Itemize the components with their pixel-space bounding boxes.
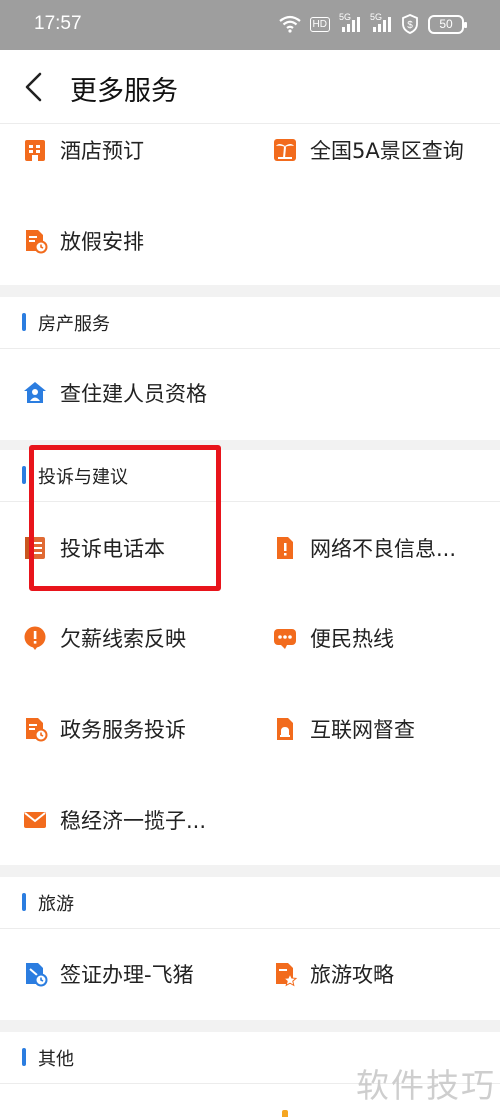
- service-label: 投诉电话本: [60, 537, 165, 561]
- section-divider: [0, 285, 500, 297]
- service-5a-scenic-query[interactable]: 全国5A景区查询: [272, 128, 464, 172]
- document-clock-icon: [26, 230, 48, 254]
- signal-icon-2: 5G: [370, 12, 392, 33]
- service-label: 政务服务投诉: [60, 718, 186, 742]
- section-complaints: 投诉与建议 投诉电话本 网络不良信息... 欠薪线索反映 便民热线 政务服务投诉…: [0, 450, 500, 865]
- service-label: 酒店预订: [60, 139, 144, 163]
- service-label: 便民热线: [310, 627, 394, 651]
- document-clock-icon: [26, 718, 48, 742]
- service-internet-supervision[interactable]: 互联网督查: [272, 707, 415, 751]
- partial-icon: [282, 1110, 288, 1117]
- service-label: 互联网督查: [310, 718, 415, 742]
- section-travel: 旅游 签证办理-飞猪 旅游攻略: [0, 877, 500, 1020]
- signal-icon: 5G: [339, 12, 361, 33]
- service-label: 稳经济一揽子...: [60, 809, 207, 833]
- chat-dots-icon: [274, 629, 296, 649]
- section-accent-bar: [22, 1048, 26, 1066]
- service-travel-guide[interactable]: 旅游攻略: [272, 952, 394, 996]
- service-holiday-schedule[interactable]: 放假安排: [22, 219, 144, 263]
- service-label: 全国5A景区查询: [310, 139, 464, 163]
- section-accent-bar: [22, 466, 26, 484]
- section-title: 旅游: [38, 894, 74, 915]
- section-divider: [0, 865, 500, 877]
- palm-tree-icon: [274, 139, 296, 161]
- document-alarm-icon: [277, 718, 293, 740]
- hotel-icon: [25, 140, 45, 161]
- watermark: 软件技巧: [356, 1066, 496, 1105]
- service-gov-service-complaint[interactable]: 政务服务投诉: [22, 707, 186, 751]
- wifi-icon: [278, 15, 301, 33]
- section-title: 其他: [38, 1049, 74, 1070]
- exclamation-bubble-icon: [24, 626, 46, 650]
- section-divider: [0, 440, 500, 450]
- page-title: 更多服务: [70, 76, 178, 107]
- service-complaint-phonebook[interactable]: 投诉电话本: [22, 526, 165, 570]
- service-stabilize-economy[interactable]: 稳经济一揽子...: [22, 798, 206, 842]
- service-public-hotline[interactable]: 便民热线: [272, 616, 394, 660]
- visa-doc-icon: [26, 963, 48, 987]
- section-title: 房产服务: [38, 314, 110, 335]
- house-person-icon: [24, 382, 46, 403]
- service-label: 旅游攻略: [310, 963, 394, 987]
- section-header: 投诉与建议: [0, 450, 500, 502]
- service-visa-fliggy[interactable]: 签证办理-飞猪: [22, 952, 194, 996]
- section-header: 旅游: [0, 877, 500, 929]
- service-label: 查住建人员资格: [60, 382, 207, 406]
- section-title: 投诉与建议: [38, 467, 128, 488]
- section-travel-services: 酒店预订 全国5A景区查询 放假安排: [0, 125, 500, 285]
- phonebook-icon: [25, 537, 45, 559]
- battery-icon: 50: [428, 14, 467, 34]
- service-label: 签证办理-飞猪: [60, 963, 194, 987]
- section-divider: [0, 1020, 500, 1032]
- header: 更多服务: [0, 50, 500, 124]
- section-header: 房产服务: [0, 297, 500, 349]
- shield-dollar-icon: $: [402, 14, 418, 34]
- service-label: 网络不良信息...: [310, 537, 457, 561]
- service-hotel-booking[interactable]: 酒店预订: [22, 128, 144, 172]
- service-label: 欠薪线索反映: [60, 627, 186, 651]
- status-time: 17:57: [34, 13, 82, 34]
- back-arrow-icon[interactable]: [22, 72, 46, 102]
- service-label: 放假安排: [60, 230, 144, 254]
- status-bar: 17:57 HD 5G 5G $ 50: [0, 0, 500, 50]
- warning-doc-icon: [277, 537, 293, 559]
- envelope-icon: [24, 812, 46, 828]
- section-accent-bar: [22, 313, 26, 331]
- service-harmful-info-report[interactable]: 网络不良信息...: [272, 526, 456, 570]
- section-housing: 房产服务 查住建人员资格: [0, 297, 500, 440]
- status-icons: HD 5G 5G $ 50: [278, 12, 467, 34]
- service-check-builder-qualification[interactable]: 查住建人员资格: [22, 371, 207, 415]
- guide-star-icon: [276, 963, 298, 987]
- svg-text:$: $: [407, 20, 413, 31]
- section-accent-bar: [22, 893, 26, 911]
- service-wage-arrears-report[interactable]: 欠薪线索反映: [22, 616, 186, 660]
- hd-icon: HD: [309, 16, 330, 32]
